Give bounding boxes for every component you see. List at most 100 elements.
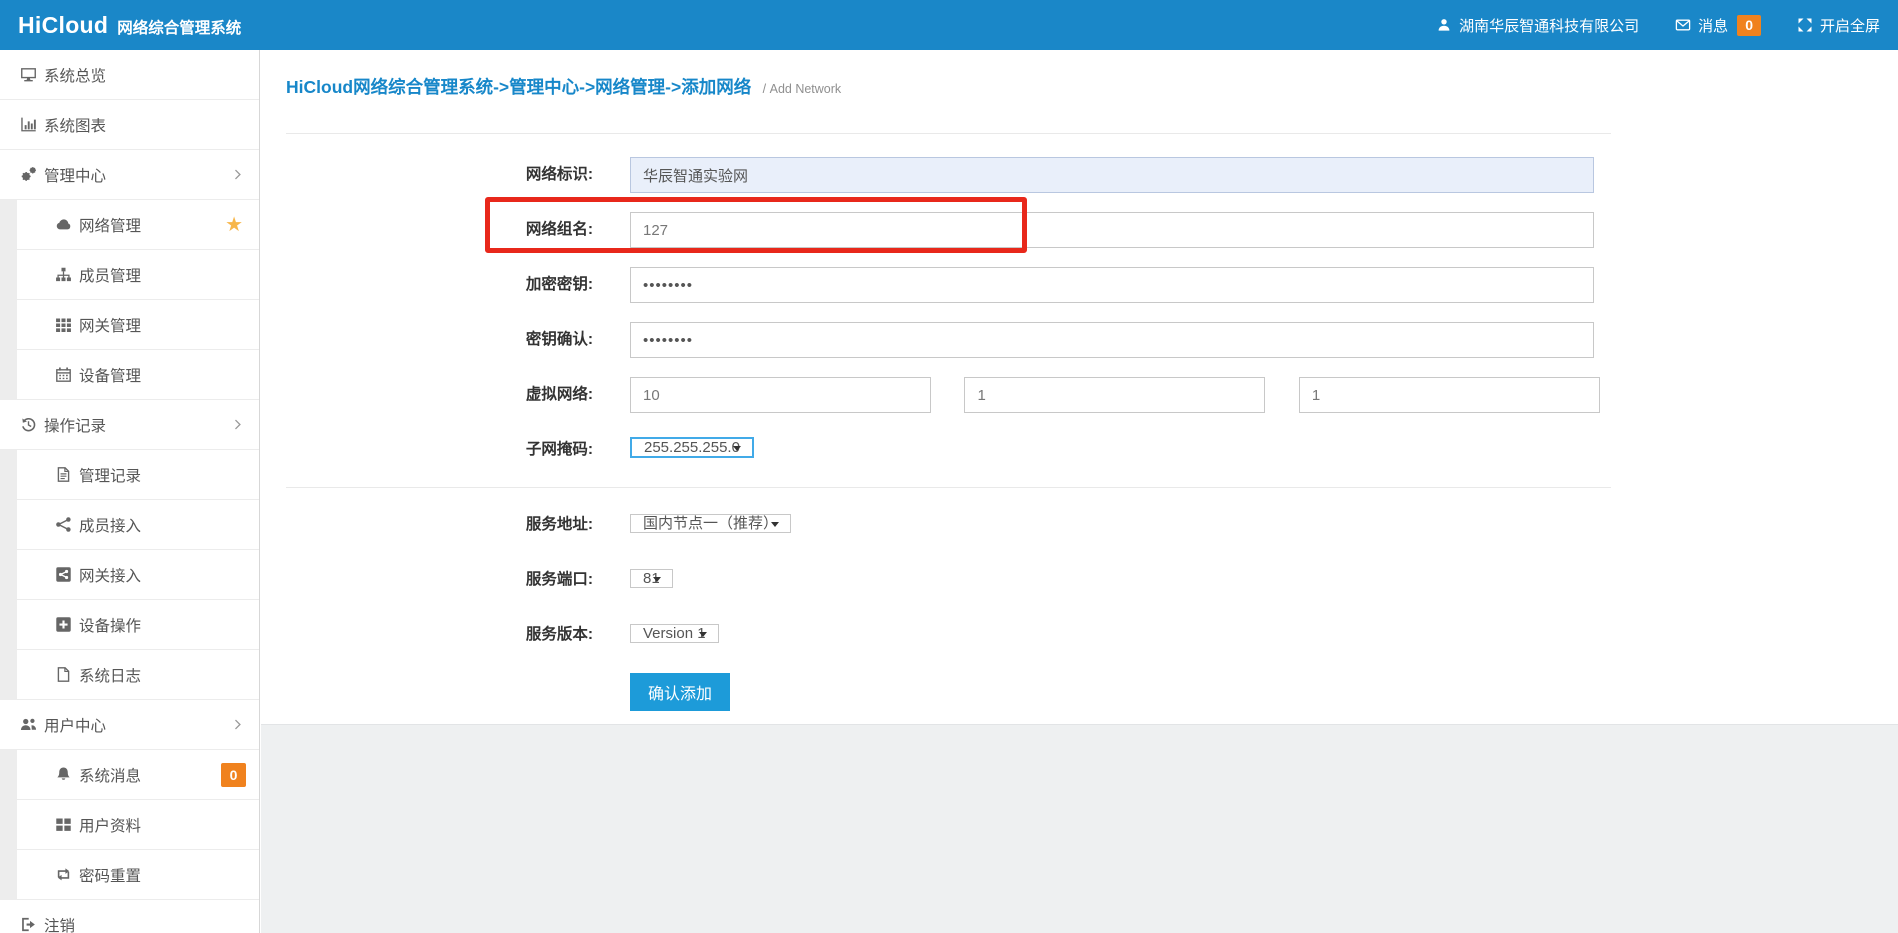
service-address-select[interactable]: 国内节点一（推荐）	[630, 514, 791, 533]
service-address-value: 国内节点一（推荐）	[643, 515, 778, 532]
sidebar-item-label: 管理记录	[79, 464, 141, 486]
field-row-network-id: 网络标识:	[261, 157, 1898, 193]
field-row-service-port: 服务端口: 81	[261, 562, 1898, 598]
sidebar-item-gateway-access[interactable]: 网关接入	[0, 550, 259, 600]
encrypt-key-input[interactable]	[630, 267, 1594, 303]
field-row-key-confirm: 密钥确认:	[261, 322, 1898, 358]
virtual-network-input-1[interactable]	[630, 377, 931, 413]
sidebar-item-label: 成员管理	[79, 264, 141, 286]
sidebar-item-member-access[interactable]: 成员接入	[0, 500, 259, 550]
sidebar-item-label: 注销	[44, 914, 75, 933]
caret-down-icon	[699, 632, 707, 641]
sidebar-item-label: 系统日志	[79, 664, 141, 686]
favorite-star-icon	[225, 215, 243, 235]
field-row-network-group: 网络组名:	[261, 212, 1898, 248]
sidebar-item-management-records[interactable]: 管理记录	[0, 450, 259, 500]
network-group-input[interactable]	[630, 212, 1594, 248]
users-icon	[20, 716, 37, 733]
network-group-label: 网络组名:	[261, 212, 593, 248]
field-row-service-address: 服务地址: 国内节点一（推荐）	[261, 507, 1898, 543]
breadcrumb-path[interactable]: HiCloud网络综合管理系统->管理中心->网络管理->添加网络	[286, 77, 751, 97]
footer-gray-area	[261, 724, 1898, 933]
brand-suffix: 网络综合管理系统	[117, 16, 241, 38]
caret-down-icon	[771, 522, 779, 531]
sidebar-item-user-center[interactable]: 用户中心	[0, 700, 259, 750]
sidebar-item-label: 设备管理	[79, 364, 141, 386]
sidebar-item-label: 系统消息	[79, 764, 141, 786]
sidebar-item-member-management[interactable]: 成员管理	[0, 250, 259, 300]
sidebar-item-label: 网关管理	[79, 314, 141, 336]
virtual-network-input-2[interactable]	[964, 377, 1265, 413]
sidebar-item-user-profile[interactable]: 用户资料	[0, 800, 259, 850]
cloud-icon	[55, 216, 72, 233]
service-version-label: 服务版本:	[261, 617, 593, 653]
app-root: HiCloud 网络综合管理系统 湖南华辰智通科技有限公司 消息 0 开启全屏 …	[0, 0, 1898, 933]
chevron-right-icon	[231, 718, 244, 731]
user-icon	[1436, 17, 1452, 33]
sidebar-item-system-overview[interactable]: 系统总览	[0, 50, 259, 100]
service-version-value: Version 1	[643, 625, 706, 642]
subnet-mask-label: 子网掩码:	[261, 432, 593, 468]
service-port-select[interactable]: 81	[630, 569, 673, 588]
top-navbar: HiCloud 网络综合管理系统 湖南华辰智通科技有限公司 消息 0 开启全屏	[0, 0, 1898, 50]
messages-link[interactable]: 消息 0	[1675, 15, 1761, 36]
calendar-icon	[55, 366, 72, 383]
fullscreen-label: 开启全屏	[1820, 15, 1880, 36]
field-row-service-version: 服务版本: Version 1	[261, 617, 1898, 653]
network-id-input[interactable]	[630, 157, 1594, 193]
sidebar-item-label: 网络管理	[79, 214, 141, 236]
messages-count-badge: 0	[221, 763, 246, 787]
sidebar-item-label: 设备操作	[79, 614, 141, 636]
sidebar-item-gateway-management[interactable]: 网关管理	[0, 300, 259, 350]
network-id-label: 网络标识:	[261, 157, 593, 193]
service-port-label: 服务端口:	[261, 562, 593, 598]
sidebar-item-logout[interactable]: 注销	[0, 900, 259, 933]
sidebar-item-management-center[interactable]: 管理中心	[0, 150, 259, 200]
navbar-right: 湖南华辰智通科技有限公司 消息 0 开启全屏	[1436, 15, 1880, 36]
envelope-icon	[1675, 17, 1691, 33]
sitemap-icon	[55, 266, 72, 283]
field-row-virtual-network: 虚拟网络:	[261, 377, 1898, 413]
grid-icon	[55, 316, 72, 333]
gears-icon	[20, 166, 37, 183]
service-version-select[interactable]: Version 1	[630, 624, 719, 643]
share-icon	[55, 516, 72, 533]
sidebar-item-device-management[interactable]: 设备管理	[0, 350, 259, 400]
key-confirm-label: 密钥确认:	[261, 322, 593, 358]
section-divider	[286, 487, 1611, 488]
sidebar-item-network-management[interactable]: 网络管理	[0, 200, 259, 250]
brand: HiCloud 网络综合管理系统	[18, 12, 241, 39]
bar-chart-icon	[20, 116, 37, 133]
sidebar-item-system-charts[interactable]: 系统图表	[0, 100, 259, 150]
company-link[interactable]: 湖南华辰智通科技有限公司	[1436, 15, 1639, 36]
field-row-subnet-mask: 子网掩码: 255.255.255.0	[261, 432, 1898, 468]
company-name: 湖南华辰智通科技有限公司	[1459, 15, 1639, 36]
fullscreen-icon	[1797, 17, 1813, 33]
key-confirm-input[interactable]	[630, 322, 1594, 358]
fullscreen-button[interactable]: 开启全屏	[1797, 15, 1880, 36]
share-square-icon	[55, 566, 72, 583]
caret-down-icon	[653, 577, 661, 586]
sidebar-item-device-operations[interactable]: 设备操作	[0, 600, 259, 650]
sidebar-item-label: 密码重置	[79, 864, 141, 886]
field-row-encrypt-key: 加密密钥:	[261, 267, 1898, 303]
history-icon	[20, 416, 37, 433]
sidebar-item-password-reset[interactable]: 密码重置	[0, 850, 259, 900]
sidebar-item-label: 操作记录	[44, 414, 106, 436]
virtual-network-input-3[interactable]	[1299, 377, 1600, 413]
chevron-right-icon	[231, 168, 244, 181]
sidebar-item-system-messages[interactable]: 系统消息 0	[0, 750, 259, 800]
messages-count-badge: 0	[1737, 15, 1761, 36]
sidebar-item-system-logs[interactable]: 系统日志	[0, 650, 259, 700]
sidebar-item-label: 系统总览	[44, 64, 106, 86]
breadcrumb-suffix: / Add Network	[763, 82, 842, 96]
sidebar-item-label: 管理中心	[44, 164, 106, 186]
virtual-network-label: 虚拟网络:	[261, 377, 593, 413]
sidebar-item-operation-records[interactable]: 操作记录	[0, 400, 259, 450]
sidebar: 系统总览 系统图表 管理中心 网络管理 成员管理 网关管理 设备管理	[0, 50, 260, 933]
service-address-label: 服务地址:	[261, 507, 593, 543]
subnet-mask-select[interactable]: 255.255.255.0	[630, 437, 754, 458]
sidebar-item-label: 系统图表	[44, 114, 106, 136]
confirm-add-button[interactable]: 确认添加	[630, 673, 730, 711]
encrypt-key-label: 加密密钥:	[261, 267, 593, 303]
